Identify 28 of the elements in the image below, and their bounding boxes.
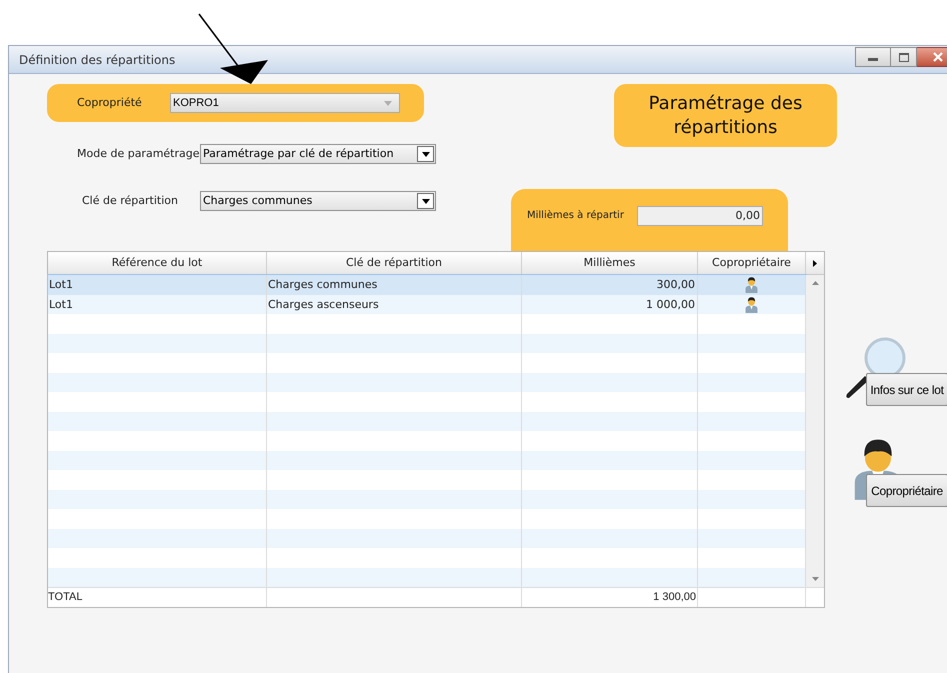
scroll-up-icon[interactable] [812,281,818,285]
field-label: Mode de paramétrage [76,146,200,162]
action-button[interactable]: Copropriétaire [866,474,947,507]
field-label: Millièmes à répartir [527,209,625,223]
pointer-arrow [198,14,268,84]
field-label: Clé de répartition [81,192,179,209]
field-label: Copropriété [76,94,143,111]
total-value: 1 300,00 [522,588,698,607]
action-button[interactable]: Infos sur ce lot [866,373,947,406]
window-title: Définition des répartitions [19,52,176,68]
caret-icon [417,193,434,209]
caret-icon [384,100,392,106]
minimize-button[interactable] [855,47,891,67]
panel-title: Paramétrage des répartitions [614,84,837,147]
person-icon [743,276,760,294]
scrollbar[interactable] [806,275,824,587]
scroll-down-icon[interactable] [812,577,818,581]
milliemes-field[interactable]: 0,00 [637,206,763,226]
caret-icon [417,146,434,162]
dropdown[interactable]: Charges communes [200,191,436,211]
maximize-button[interactable] [891,47,917,67]
total-label: TOTAL [48,588,267,607]
dropdown[interactable]: Paramétrage par clé de répartition [200,144,436,164]
scroll-right-icon[interactable] [813,260,817,266]
close-icon [932,52,942,62]
close-button[interactable] [917,47,947,67]
table-row[interactable]: Lot1 Charges ascenseurs 1 000,00 [48,294,806,314]
table-row[interactable]: Lot1 Charges communes 300,00 [48,275,806,294]
